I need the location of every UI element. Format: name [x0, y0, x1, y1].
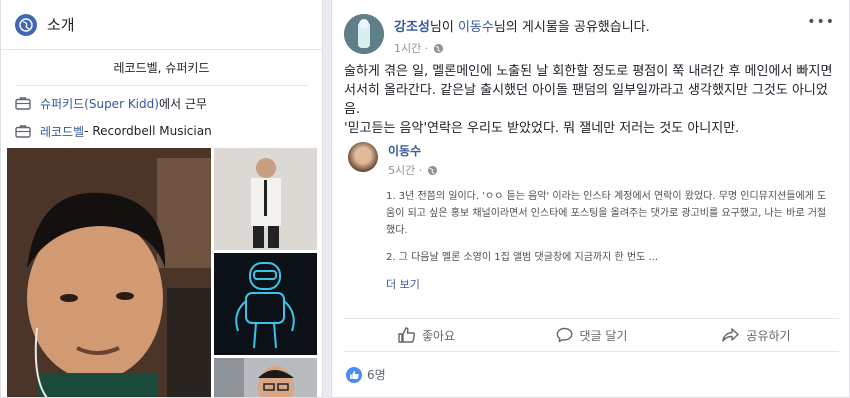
post-meta: 1시간 · — [394, 40, 650, 56]
intro-header: 소개 — [1, 0, 322, 50]
work-link-recordbell[interactable]: 레코드벨 — [40, 123, 84, 140]
share-headline: 강조성님이 이동수님의 게시물을 공유했습니다. — [394, 16, 650, 35]
thumbs-up-icon — [398, 327, 415, 343]
share-label: 공유하기 — [746, 328, 791, 343]
shared-post: 이동수 5시간 · 1. 3년 전쯤의 일이다. 'ㅇㅇ 듣는 음악' 이라는 … — [344, 140, 839, 296]
meta-separator: · — [421, 41, 429, 55]
comment-button[interactable]: 댓글 달기 — [509, 319, 674, 351]
public-globe-icon — [428, 165, 438, 175]
meta-separator: · — [415, 163, 423, 177]
work-link-superkidd[interactable]: 슈퍼키드(Super Kidd) — [40, 95, 159, 112]
briefcase-icon — [15, 125, 31, 138]
like-label: 좋아요 — [421, 328, 456, 343]
post-header: 강조성님이 이동수님의 게시물을 공유했습니다. 1시간 · — [344, 14, 650, 56]
reaction-count: 6명 — [367, 368, 386, 382]
post-paragraph: '믿고듣는 음악'연락은 우리도 받았었다. 뭐 잴네만 저러는 것도 아니지만… — [344, 121, 740, 136]
intro-description: 레코드벨, 슈퍼키드 — [15, 50, 308, 86]
public-globe-icon — [434, 43, 444, 53]
more-options-icon[interactable]: ••• — [807, 14, 835, 30]
briefcase-icon — [15, 97, 31, 110]
post-card: 강조성님이 이동수님의 게시물을 공유했습니다. 1시간 · ••• 술하게 겪… — [331, 0, 850, 398]
see-more-link[interactable]: 더 보기 — [386, 276, 839, 292]
shared-paragraph: 1. 3년 전쯤의 일이다. 'ㅇㅇ 듣는 음악' 이라는 인스타 계정에서 연… — [386, 191, 827, 236]
photo-glasses[interactable] — [214, 358, 317, 397]
work-item-recordbell: 레코드벨 - Recordbell Musician — [1, 120, 322, 142]
globe-icon — [15, 13, 37, 36]
like-reaction-icon — [346, 366, 362, 383]
photo-grid — [7, 148, 317, 397]
photo-selfie[interactable] — [7, 148, 211, 397]
photo-standing[interactable] — [214, 148, 317, 250]
avatar[interactable] — [344, 14, 384, 54]
shared-author-name[interactable]: 이동수 — [388, 142, 438, 159]
work-item-superkidd: 슈퍼키드(Super Kidd) 에서 근무 — [1, 92, 322, 114]
photo-robot-neon[interactable] — [214, 253, 317, 355]
like-button[interactable]: 좋아요 — [344, 319, 509, 351]
author-name-link[interactable]: 강조성 — [394, 20, 430, 35]
shared-post-text: 1. 3년 전쯤의 일이다. 'ㅇㅇ 듣는 음악' 이라는 인스타 계정에서 연… — [386, 188, 831, 266]
share-arrow-icon — [722, 328, 740, 342]
intro-title: 소개 — [47, 16, 75, 34]
action-bar: 좋아요 댓글 달기 공유하기 — [344, 318, 839, 352]
headline-connector: 님의 게시물을 공유했습니다. — [493, 20, 650, 35]
shared-time[interactable]: 5시간 — [388, 162, 415, 178]
post-time[interactable]: 1시간 — [394, 40, 421, 56]
reaction-summary[interactable]: 6명 — [346, 366, 386, 383]
headline-connector: 님이 — [429, 20, 458, 35]
shared-meta: 5시간 · — [388, 162, 438, 178]
work-suffix: 에서 근무 — [158, 96, 207, 111]
intro-card: 소개 레코드벨, 슈퍼키드 슈퍼키드(Super Kidd) 에서 근무 레코드벨… — [0, 0, 323, 398]
post-paragraph: 술하게 겪은 일, 멜론메인에 노출된 날 회한할 정도로 평점이 쭉 내려간 … — [344, 64, 833, 117]
shared-paragraph: 2. 그 다음날 멜론 소영이 1집 앨범 댓글창에 지금까지 한 번도 ... — [386, 252, 659, 263]
post-text: 술하게 겪은 일, 멜론메인에 노출된 날 회한할 정도로 평점이 쭉 내려간 … — [344, 62, 839, 138]
target-name-link[interactable]: 이동수 — [458, 20, 494, 35]
avatar[interactable] — [348, 142, 378, 172]
shared-post-header: 이동수 5시간 · — [344, 140, 839, 178]
comment-icon — [556, 327, 572, 343]
share-button[interactable]: 공유하기 — [674, 319, 839, 351]
work-suffix: - Recordbell Musician — [84, 124, 212, 138]
comment-label: 댓글 달기 — [579, 328, 628, 343]
